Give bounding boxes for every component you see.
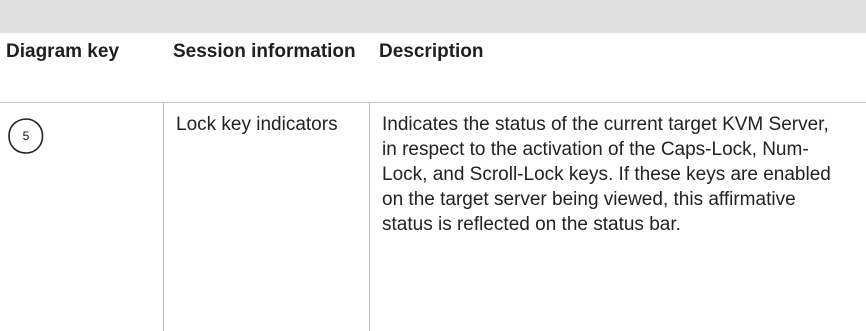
column-divider-2	[369, 103, 370, 331]
table-header-row: Diagram key Session information Descript…	[0, 33, 866, 102]
session-information-cell: Lock key indicators	[176, 114, 338, 135]
header-description: Description	[379, 41, 484, 62]
header-divider	[0, 102, 866, 103]
diagram-key-number: 5	[23, 129, 30, 143]
diagram-key-5-icon: 5	[5, 115, 47, 157]
column-divider-1	[163, 103, 164, 331]
description-table: Diagram key Session information Descript…	[0, 0, 866, 331]
table-top-band	[0, 0, 866, 33]
header-diagram-key: Diagram key	[6, 41, 120, 62]
description-cell: Indicates the status of the current targ…	[382, 114, 831, 235]
header-session-information: Session information	[173, 41, 356, 62]
